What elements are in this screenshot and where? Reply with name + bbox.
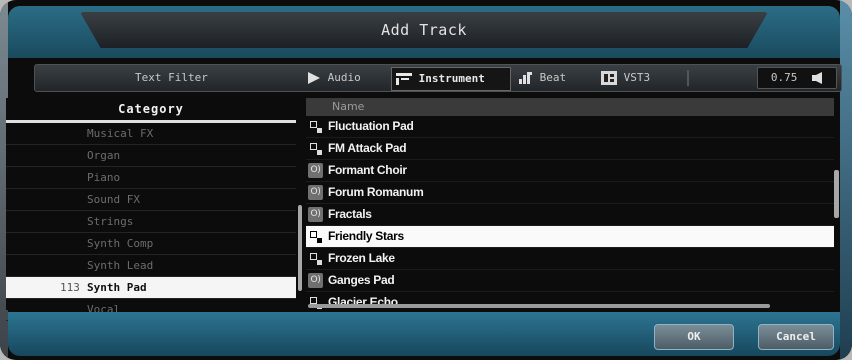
track-list-item[interactable]: O) Forum Romanum — [306, 182, 834, 204]
audio-icon: O) — [308, 207, 323, 222]
instrument-icon — [308, 229, 323, 244]
vst3-icon — [601, 71, 617, 85]
track-list-item[interactable]: O) Ganges Pad — [306, 270, 834, 292]
category-item-label: Synth Comp — [87, 237, 154, 250]
category-header: Category — [6, 98, 296, 123]
name-list: Name Fluctuation Pad FM Attack Pad O) Forma… — [306, 98, 834, 310]
category-item[interactable]: Synth Lead — [6, 255, 296, 277]
category-item[interactable]: Organ — [6, 145, 296, 167]
audio-icon: O) — [308, 273, 323, 288]
add-track-dialog: Add Track Text Filter Audio Instrument B… — [0, 0, 852, 360]
vst3-filter-button[interactable]: VST3 — [601, 65, 650, 91]
dialog-footer: OK Cancel — [8, 312, 840, 356]
instrument-icon — [308, 119, 323, 134]
text-filter-input[interactable]: Text Filter — [135, 65, 208, 91]
ok-button[interactable]: OK — [654, 324, 734, 350]
track-list-item-label: Friendly Stars — [328, 229, 404, 243]
category-item-label: Strings — [87, 215, 134, 228]
track-list-item[interactable]: Friendly Stars — [306, 226, 834, 248]
beat-icon — [519, 72, 532, 84]
track-list-item-label: Ganges Pad — [328, 273, 395, 287]
title-bar[interactable]: Add Track — [8, 6, 840, 58]
audio-label: Audio — [327, 71, 361, 84]
cancel-button[interactable]: Cancel — [758, 324, 834, 350]
audio-filter-button[interactable]: Audio — [307, 65, 361, 91]
track-list-item-label: Fractals — [328, 207, 372, 221]
category-item-count: 113 — [60, 281, 80, 294]
category-item[interactable]: Strings — [6, 211, 296, 233]
filter-bar: Text Filter Audio Instrument Beat VST3 0… — [34, 64, 842, 92]
window-frame-right — [840, 0, 852, 360]
track-list-item[interactable]: FM Attack Pad — [306, 138, 834, 160]
audio-icon: O) — [308, 163, 323, 178]
vst3-label: VST3 — [623, 71, 651, 84]
filter-divider — [687, 70, 689, 86]
track-list-item-label: Frozen Lake — [328, 251, 395, 265]
category-item[interactable]: 113 Synth Pad — [6, 277, 296, 299]
beat-label: Beat — [539, 71, 567, 84]
category-item-label: Piano — [87, 171, 121, 184]
track-list-item[interactable]: Frozen Lake — [306, 248, 834, 270]
name-list-vertical-scrollbar[interactable] — [834, 170, 839, 218]
track-list-item-label: Fluctuation Pad — [328, 119, 414, 133]
track-list-item-label: FM Attack Pad — [328, 141, 407, 155]
audio-icon: O) — [308, 185, 323, 200]
track-list-item[interactable]: O) Formant Choir — [306, 160, 834, 182]
category-item-label: Sound FX — [87, 193, 140, 206]
instrument-filter-button[interactable]: Instrument — [391, 67, 511, 91]
speaker-icon — [812, 72, 822, 84]
instrument-icon — [308, 141, 323, 156]
category-item-label: Synth Pad — [87, 281, 147, 294]
category-item[interactable]: Piano — [6, 167, 296, 189]
instrument-label: Instrument — [418, 72, 485, 85]
name-list-horizontal-scrollbar[interactable] — [308, 304, 770, 308]
category-scrollbar[interactable] — [298, 205, 302, 291]
category-item-label: Musical FX — [87, 127, 154, 140]
category-list: Category Musical FX Organ Piano Sound FX Str… — [6, 98, 296, 321]
category-item-label: Synth Lead — [87, 259, 154, 272]
track-list-item-label: Formant Choir — [328, 163, 407, 177]
dialog-title: Add Track — [381, 21, 467, 39]
category-item[interactable]: Sound FX — [6, 189, 296, 211]
track-list-item[interactable]: O) Fractals — [306, 204, 834, 226]
instrument-icon — [396, 73, 412, 85]
volume-control[interactable]: 0.75 — [757, 67, 837, 89]
track-list-item-label: Forum Romanum — [328, 185, 424, 199]
track-list-item[interactable]: Fluctuation Pad — [306, 116, 834, 138]
instrument-icon — [308, 251, 323, 266]
category-item[interactable]: Synth Comp — [6, 233, 296, 255]
beat-filter-button[interactable]: Beat — [519, 65, 566, 91]
name-column-header[interactable]: Name — [306, 98, 834, 116]
volume-value: 0.75 — [770, 71, 798, 84]
category-item-label: Organ — [87, 149, 121, 162]
title-plate: Add Track — [80, 12, 768, 48]
category-item[interactable]: Musical FX — [6, 123, 296, 145]
play-icon — [308, 72, 320, 84]
